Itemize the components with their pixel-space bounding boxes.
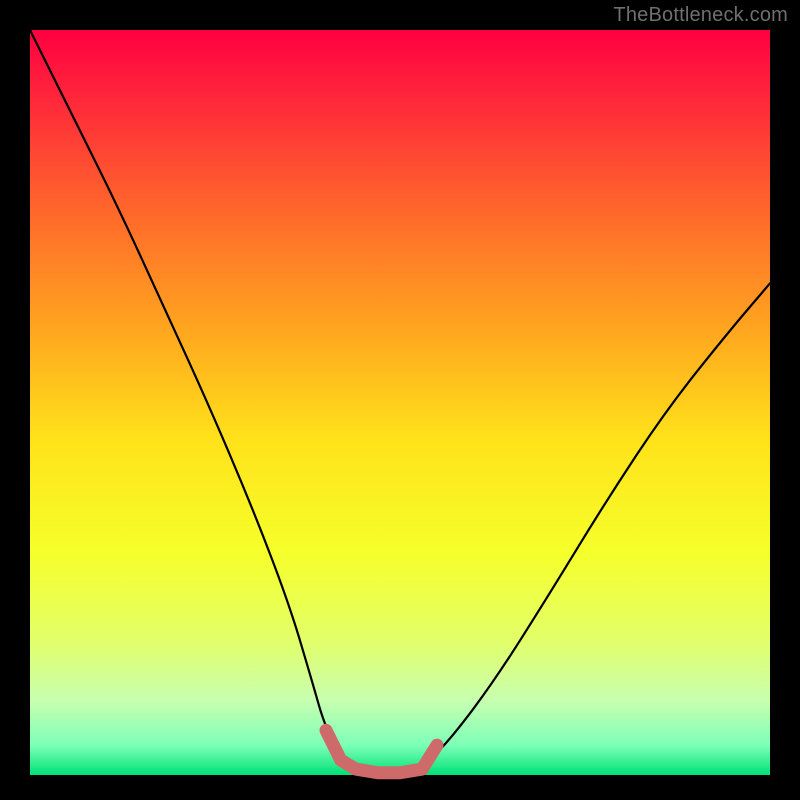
plot-background [30,30,770,775]
chart-frame: TheBottleneck.com [0,0,800,800]
bottleneck-chart [0,0,800,800]
watermark-text: TheBottleneck.com [613,4,788,27]
